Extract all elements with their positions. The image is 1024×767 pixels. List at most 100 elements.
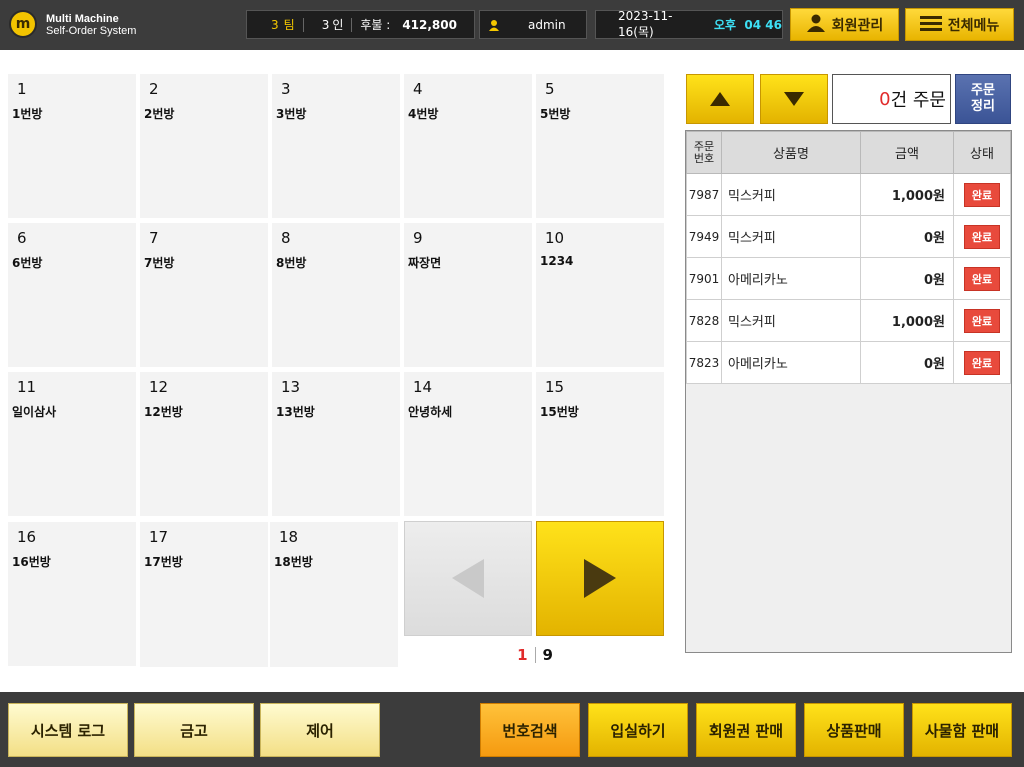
table-row[interactable]: 7901 아메리카노 0원 완료 — [686, 257, 1011, 300]
room-tile[interactable]: 15 15번방 — [536, 372, 664, 516]
people-unit: 인 — [332, 18, 344, 32]
status-badge[interactable]: 완료 — [963, 182, 1001, 207]
control-button[interactable]: 제어 — [260, 703, 380, 757]
deferred-amount: 412,800 — [402, 17, 457, 32]
room-name: 12번방 — [144, 405, 183, 419]
member-management-button[interactable]: 회원관리 — [790, 8, 899, 41]
user-box: admin — [479, 10, 587, 39]
order-count-suffix: 건 주문 — [890, 90, 946, 111]
check-in-button[interactable]: 입실하기 — [588, 703, 688, 757]
number-search-button[interactable]: 번호검색 — [480, 703, 580, 757]
membership-sale-button[interactable]: 회원권 판매 — [696, 703, 796, 757]
room-tile[interactable]: 10 1234 — [536, 223, 664, 367]
table-row[interactable]: 7828 믹스커피 1,000원 완료 — [686, 299, 1011, 342]
tidy-line2: 정리 — [971, 99, 995, 114]
room-tile[interactable]: 12 12번방 — [140, 372, 268, 516]
room-number: 15 — [545, 378, 565, 396]
locker-sale-button[interactable]: 사물함 판매 — [912, 703, 1012, 757]
room-name: 8번방 — [276, 256, 307, 270]
table-row[interactable]: 7823 아메리카노 0원 완료 — [686, 341, 1011, 384]
order-amount: 1,000원 — [860, 173, 954, 216]
col-status: 상태 — [953, 131, 1011, 174]
order-table: 주문 번호 상품명 금액 상태 7987 믹스커피 1,000원 완료 7949 … — [685, 130, 1012, 653]
menu-icon — [919, 15, 942, 35]
product-name: 믹스커피 — [721, 215, 861, 258]
people-count: 3 — [321, 17, 330, 32]
room-number: 7 — [149, 229, 159, 247]
room-name: 2번방 — [144, 107, 175, 121]
prev-icon — [452, 559, 484, 598]
room-name: 18번방 — [274, 555, 313, 569]
table-row[interactable]: 7987 믹스커피 1,000원 완료 — [686, 173, 1011, 216]
room-tile[interactable]: 7 7번방 — [140, 223, 268, 367]
status-badge[interactable]: 완료 — [963, 350, 1001, 375]
room-tile[interactable]: 17 17번방 — [140, 522, 268, 667]
room-name: 3번방 — [276, 107, 307, 121]
person-icon — [806, 14, 826, 36]
table-row[interactable]: 7949 믹스커피 0원 완료 — [686, 215, 1011, 258]
col-order-no: 주문 번호 — [686, 131, 722, 174]
brand-subtitle: Self-Order System — [46, 25, 137, 37]
status-badge[interactable]: 완료 — [963, 308, 1001, 333]
room-tile[interactable]: 16 16번방 — [8, 522, 136, 666]
status-badge[interactable]: 완료 — [963, 266, 1001, 291]
room-tile[interactable]: 14 안녕하세 — [404, 372, 532, 516]
full-menu-button[interactable]: 전체메뉴 — [905, 8, 1014, 41]
room-number: 1 — [17, 80, 27, 98]
pager: 1 9 — [505, 645, 565, 665]
room-tile[interactable]: 4 4번방 — [404, 74, 532, 218]
down-arrow-icon — [784, 92, 804, 106]
room-number: 2 — [149, 80, 159, 98]
room-number: 13 — [281, 378, 301, 396]
divider — [302, 17, 304, 32]
room-number: 6 — [17, 229, 27, 247]
room-tile[interactable]: 8 8번방 — [272, 223, 400, 367]
safe-button[interactable]: 금고 — [134, 703, 254, 757]
order-no: 7823 — [686, 341, 722, 384]
room-tile[interactable]: 9 짜장면 — [404, 223, 532, 367]
room-name: 13번방 — [276, 405, 315, 419]
table-header: 주문 번호 상품명 금액 상태 — [686, 131, 1011, 174]
room-name: 16번방 — [12, 555, 51, 569]
date-text: 2023-11-16(목) — [618, 9, 673, 39]
status-cell: 완료 — [953, 215, 1011, 258]
scroll-up-button[interactable] — [686, 74, 754, 124]
up-arrow-icon — [710, 92, 730, 106]
room-name: 일이삼사 — [12, 405, 57, 419]
team-count: 3 — [271, 17, 279, 32]
deferred-label: 후불 : — [360, 18, 391, 32]
scroll-down-button[interactable] — [760, 74, 828, 124]
order-amount: 1,000원 — [860, 299, 954, 342]
full-menu-label: 전체메뉴 — [947, 17, 1000, 34]
next-icon — [584, 559, 616, 598]
system-log-button[interactable]: 시스템 로그 — [8, 703, 128, 757]
pager-divider — [534, 647, 536, 663]
col-product: 상품명 — [721, 131, 861, 174]
tidy-line1: 주문 — [971, 83, 995, 98]
tidy-orders-button[interactable]: 주문 정리 — [955, 74, 1011, 124]
room-tile[interactable]: 18 18번방 — [270, 522, 398, 667]
top-bar: m Multi Machine Self-Order System 3 팀 3 … — [0, 0, 1024, 50]
room-name: 15번방 — [540, 405, 579, 419]
order-no: 7987 — [686, 173, 722, 216]
room-tile[interactable]: 3 3번방 — [272, 74, 400, 218]
room-tile[interactable]: 11 일이삼사 — [8, 372, 136, 516]
room-number: 8 — [281, 229, 291, 247]
status-cell: 완료 — [953, 299, 1011, 342]
room-name: 1번방 — [12, 107, 43, 121]
room-name: 6번방 — [12, 256, 43, 270]
prev-page-button[interactable] — [404, 521, 532, 636]
room-tile[interactable]: 5 5번방 — [536, 74, 664, 218]
product-sale-button[interactable]: 상품판매 — [804, 703, 904, 757]
next-page-button[interactable] — [536, 521, 664, 636]
room-tile[interactable]: 13 13번방 — [272, 372, 400, 516]
status-badge[interactable]: 완료 — [963, 224, 1001, 249]
status-cell: 완료 — [953, 173, 1011, 216]
room-tile[interactable]: 2 2번방 — [140, 74, 268, 218]
order-count-value: 0 — [879, 88, 891, 110]
room-number: 3 — [281, 80, 291, 98]
order-amount: 0원 — [860, 215, 954, 258]
room-tile[interactable]: 1 1번방 — [8, 74, 136, 218]
room-name: 4번방 — [408, 107, 439, 121]
room-tile[interactable]: 6 6번방 — [8, 223, 136, 367]
